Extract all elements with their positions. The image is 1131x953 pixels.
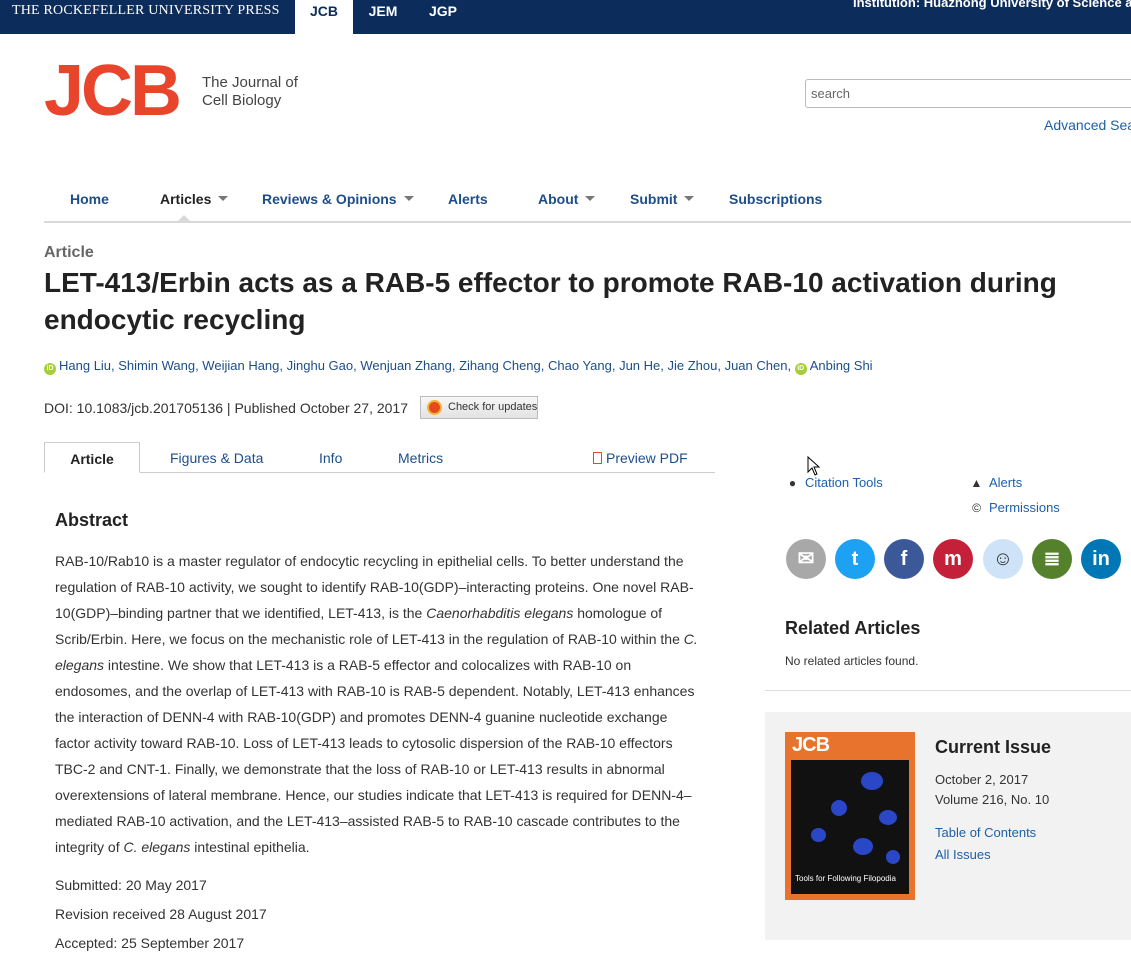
nav-about-label: About	[538, 191, 579, 207]
citation-tools-link[interactable]: ● Citation Tools	[786, 475, 883, 490]
article-title: LET-413/Erbin acts as a RAB-5 effector t…	[44, 264, 1104, 338]
nav-articles[interactable]: Articles	[160, 191, 229, 207]
nav-subscriptions[interactable]: Subscriptions	[729, 191, 822, 207]
nav-alerts-label: Alerts	[448, 191, 488, 207]
all-issues-link[interactable]: All Issues	[935, 847, 991, 862]
nav-home[interactable]: Home	[70, 191, 109, 207]
content-tabs: Article Figures & Data Info Metrics Prev…	[44, 442, 715, 473]
chevron-down-icon	[585, 196, 596, 201]
nav-reviews-opinions[interactable]: Reviews & Opinions	[262, 191, 414, 207]
chevron-down-icon	[403, 196, 414, 201]
nav-reviews-label: Reviews & Opinions	[262, 191, 397, 207]
copyright-icon: ©	[972, 501, 981, 515]
email-share-icon[interactable]: ✉	[786, 539, 826, 579]
abstract-italic: C. elegans	[123, 839, 191, 855]
doi-published-line: DOI: 10.1083/jcb.201705136 | Published O…	[44, 400, 409, 416]
issue-volume: Volume 216, No. 10	[935, 792, 1050, 807]
abstract-text: RAB-10/Rab10 is a master regulator of en…	[55, 548, 705, 860]
article-type: Article	[44, 244, 94, 261]
journal-tab-jgp[interactable]: JGP	[420, 0, 466, 34]
crossmark-icon	[427, 400, 442, 415]
check-for-updates-button[interactable]: Check for updates	[420, 396, 538, 419]
journal-subtitle: The Journal of Cell Biology	[202, 74, 322, 110]
chevron-down-icon	[684, 196, 695, 201]
abstract-italic: Caenorhabditis elegans	[426, 605, 574, 621]
nav-submit-label: Submit	[630, 191, 678, 207]
active-nav-pointer	[176, 215, 192, 223]
journal-subtitle-line1: The Journal of	[202, 74, 298, 91]
author-link-last[interactable]: Anbing Shi	[810, 358, 873, 373]
cover-cell	[811, 828, 826, 842]
preview-pdf-label: Preview PDF	[606, 450, 688, 466]
nav-articles-label: Articles	[160, 191, 212, 207]
jcb-logo[interactable]: JCB	[44, 55, 182, 127]
alerts-label: Alerts	[989, 475, 1023, 490]
tab-info[interactable]: Info	[319, 450, 342, 466]
current-issue-heading: Current Issue	[935, 737, 1052, 757]
tab-metrics[interactable]: Metrics	[398, 450, 443, 466]
preview-pdf-link[interactable]: Preview PDF	[593, 450, 688, 466]
orcid-icon[interactable]: iD	[44, 363, 56, 375]
nav-subscriptions-label: Subscriptions	[729, 191, 823, 207]
nav-alerts[interactable]: Alerts	[448, 191, 488, 207]
citation-tools-label: Citation Tools	[805, 475, 883, 490]
main-nav: Home Articles Reviews & Opinions Alerts …	[44, 182, 1131, 223]
abstract-part: intestine. We show that LET-413 is a RAB…	[55, 657, 695, 855]
linkedin-share-icon[interactable]: in	[1081, 539, 1121, 579]
accepted-date: Accepted: 25 September 2017	[55, 935, 245, 951]
institution-label: Institution: Huazhong University of Scie…	[853, 0, 1131, 10]
article-title-line2: endocytic recycling	[44, 304, 306, 335]
megaphone-icon: ▲	[970, 476, 983, 490]
check-for-updates-label: Check for updates	[448, 401, 538, 413]
cover-cell	[886, 850, 900, 864]
permissions-label: Permissions	[989, 500, 1060, 515]
cover-cell	[831, 800, 847, 816]
twitter-share-icon[interactable]: t	[835, 539, 875, 579]
alerts-link[interactable]: ▲ Alerts	[970, 475, 1023, 490]
nav-home-label: Home	[70, 191, 109, 207]
divider	[765, 690, 1131, 691]
abstract-heading: Abstract	[55, 510, 129, 530]
article-title-line1: LET-413/Erbin acts as a RAB-5 effector t…	[44, 267, 1057, 298]
current-issue-panel: JCB Tools for Following Filopodia Curren…	[765, 712, 1131, 940]
cover-logo: JCB	[792, 734, 830, 756]
submitted-date: Submitted: 20 May 2017	[55, 877, 207, 893]
publisher-name[interactable]: THE ROCKEFELLER UNIVERSITY PRESS	[12, 3, 280, 19]
chevron-down-icon	[218, 196, 229, 201]
related-articles-heading: Related Articles	[785, 618, 921, 638]
mendeley-share-icon[interactable]: m	[933, 539, 973, 579]
tab-article[interactable]: Article	[44, 442, 140, 473]
cover-micrograph: Tools for Following Filopodia	[791, 760, 909, 894]
cover-cell	[879, 810, 897, 825]
globe-icon: ●	[788, 476, 797, 490]
cover-caption: Tools for Following Filopodia	[795, 874, 896, 883]
pdf-icon	[593, 452, 602, 464]
nav-submit[interactable]: Submit	[630, 191, 695, 207]
issue-date: October 2, 2017	[935, 772, 1029, 787]
journal-subtitle-line2: Cell Biology	[202, 92, 282, 109]
nav-about[interactable]: About	[538, 191, 596, 207]
journal-tab-jem[interactable]: JEM	[359, 0, 407, 34]
revision-date: Revision received 28 August 2017	[55, 906, 267, 922]
reddit-share-icon[interactable]: ☺	[983, 539, 1023, 579]
no-related-articles-text: No related articles found.	[785, 654, 919, 668]
permissions-link[interactable]: © Permissions	[970, 500, 1060, 515]
search-input[interactable]	[805, 79, 1131, 108]
author-links[interactable]: Hang Liu, Shimin Wang, Weijian Hang, Jin…	[59, 358, 791, 373]
issue-cover-image[interactable]: JCB Tools for Following Filopodia	[785, 732, 915, 900]
abstract-part: intestinal epithelia.	[190, 839, 310, 855]
author-list: iD Hang Liu, Shimin Wang, Weijian Hang, J…	[44, 358, 873, 375]
orcid-icon[interactable]: iD	[794, 363, 807, 375]
advanced-search-link[interactable]: Advanced Sea	[1044, 117, 1131, 133]
facebook-share-icon[interactable]: f	[884, 539, 924, 579]
table-of-contents-link[interactable]: Table of Contents	[935, 825, 1036, 840]
publisher-bar: THE ROCKEFELLER UNIVERSITY PRESS JCB JEM…	[0, 0, 1131, 34]
cover-cell	[861, 772, 883, 790]
journal-tab-jcb[interactable]: JCB	[295, 0, 353, 34]
cover-cell	[853, 838, 873, 855]
tab-figures-data[interactable]: Figures & Data	[170, 450, 263, 466]
mouse-cursor-icon	[807, 456, 821, 476]
notes-share-icon[interactable]: ≣	[1032, 539, 1072, 579]
